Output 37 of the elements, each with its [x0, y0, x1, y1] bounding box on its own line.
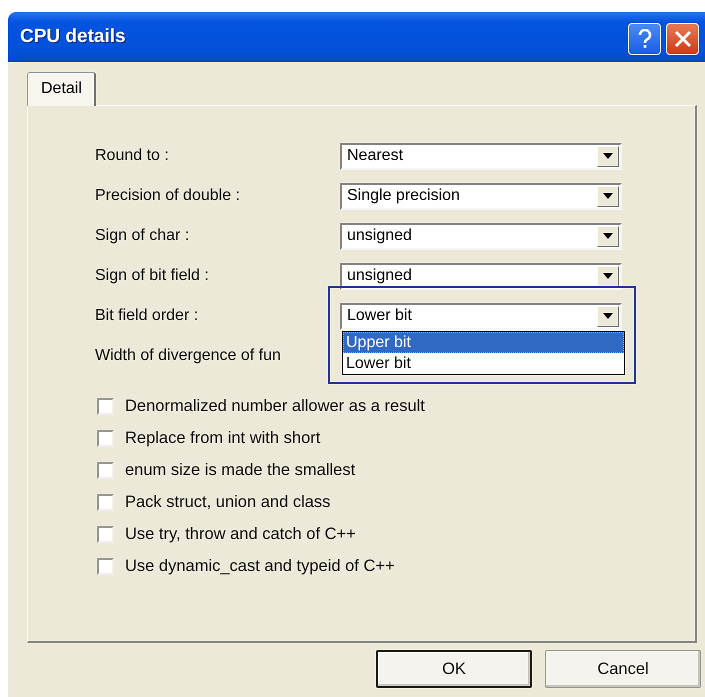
help-icon — [638, 29, 652, 49]
field-label: Width of divergence of fun — [95, 347, 282, 365]
dropdown[interactable]: Single precision — [340, 182, 622, 210]
ok-button[interactable]: OK — [376, 650, 532, 688]
field-label: Bit field order : — [95, 307, 200, 325]
checkbox[interactable] — [97, 398, 114, 414]
checkbox-label: Use dynamic_cast and typeid of C++ — [125, 556, 395, 576]
cancel-button[interactable]: Cancel — [545, 650, 701, 688]
checkbox[interactable] — [97, 430, 114, 446]
checkbox[interactable] — [97, 558, 114, 574]
dropdown[interactable]: unsigned — [340, 262, 622, 290]
field-label: Sign of char : — [95, 227, 190, 245]
help-button[interactable] — [628, 23, 661, 55]
checkbox-label: Replace from int with short — [125, 428, 320, 448]
tab[interactable]: Detail — [27, 72, 96, 106]
dropdown-arrow-icon — [603, 153, 613, 159]
dropdown-arrow-icon — [603, 313, 613, 319]
checkbox-label: Pack struct, union and class — [125, 492, 330, 512]
close-icon — [674, 30, 692, 48]
dropdown[interactable]: Lower bit — [340, 302, 622, 330]
dropdown[interactable]: Nearest — [340, 142, 622, 170]
close-button[interactable] — [666, 23, 699, 55]
dropdown-arrow-icon — [603, 193, 613, 199]
dropdown-option[interactable]: Upper bit — [343, 332, 624, 353]
field-label: Precision of double : — [95, 187, 241, 205]
checkbox[interactable] — [97, 462, 114, 478]
checkbox-label: Denormalized number allower as a result — [125, 396, 425, 416]
checkbox-label: enum size is made the smallest — [125, 460, 356, 480]
field-label: Round to : — [95, 147, 170, 165]
dropdown-arrow-icon — [603, 273, 613, 279]
dropdown[interactable]: unsigned — [340, 222, 622, 250]
dropdown-arrow-icon — [603, 233, 613, 239]
checkbox-label: Use try, throw and catch of C++ — [125, 524, 356, 544]
checkbox[interactable] — [97, 494, 114, 510]
window-title: CPU details — [20, 26, 126, 48]
checkbox[interactable] — [97, 526, 114, 542]
field-label: Sign of bit field : — [95, 267, 210, 285]
